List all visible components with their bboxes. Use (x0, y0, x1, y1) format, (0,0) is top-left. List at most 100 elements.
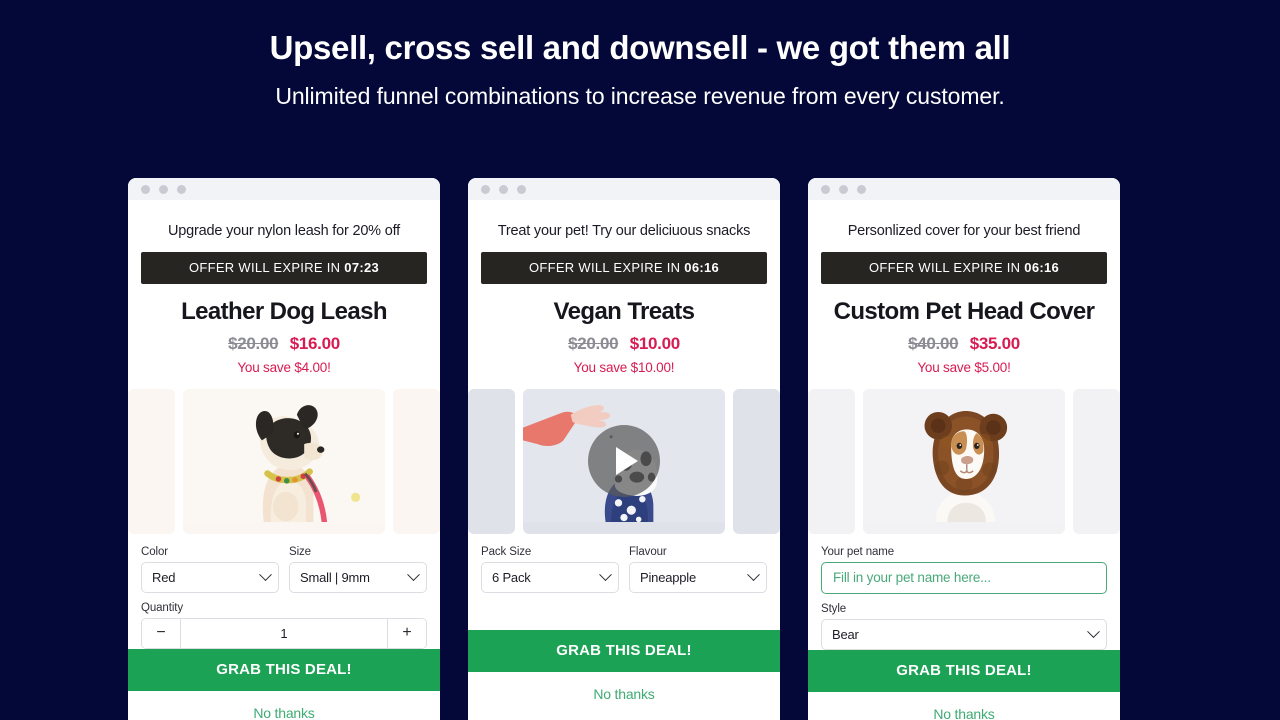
size-select-value: Small | 9mm (300, 569, 370, 585)
grab-deal-button[interactable]: GRAB THIS DEAL! (468, 630, 780, 672)
price-discounted: $16.00 (289, 333, 341, 353)
product-gallery (808, 388, 1120, 534)
price-original: $20.00 (568, 333, 619, 353)
offer-form: Your pet name Fill in your pet name here… (821, 546, 1107, 650)
window-dot-maximize-icon (517, 184, 526, 194)
product-title: Leather Dog Leash (181, 298, 387, 326)
timer-label: OFFER WILL EXPIRE IN (868, 260, 1021, 276)
dog-bear-cover-image (863, 388, 1065, 522)
quantity-input[interactable]: 1 (181, 619, 387, 648)
window-dot-maximize-icon (857, 184, 866, 194)
browser-chrome-bar (808, 178, 1120, 200)
offer-cards-row: Upgrade your nylon leash for 20% off OFF… (128, 178, 1152, 720)
window-dot-close-icon (481, 184, 490, 194)
variant-field-color: Color Red (141, 546, 279, 593)
countdown-timer-bar: OFFER WILL EXPIRE IN 06:16 (481, 252, 767, 285)
page-title: Upsell, cross sell and downsell - we got… (269, 29, 1011, 66)
price-original: $40.00 (908, 333, 959, 353)
savings-text: You save $10.00! (573, 359, 675, 375)
field-label: Size (289, 545, 311, 558)
color-select-value: Red (152, 569, 176, 585)
offer-form: Color Red Size Small | 9mm Quantity − 1 … (141, 546, 427, 649)
price-discounted: $35.00 (969, 333, 1021, 353)
field-label: Flavour (629, 545, 667, 558)
grab-deal-button[interactable]: GRAB THIS DEAL! (128, 648, 440, 691)
gallery-main-video[interactable] (523, 388, 725, 534)
field-label: Pack Size (481, 545, 532, 558)
savings-text: You save $5.00! (917, 359, 1011, 375)
style-select[interactable]: Bear (821, 618, 1107, 650)
variant-field-pack-size: Pack Size 6 Pack (481, 546, 619, 593)
pack-size-select-value: 6 Pack (492, 569, 531, 585)
grab-deal-button[interactable]: GRAB THIS DEAL! (808, 649, 1120, 692)
price-block: $20.00 $10.00 (481, 335, 767, 353)
offer-card-custom-pet-head-cover[interactable]: Personlized cover for your best friend O… (808, 178, 1120, 720)
pet-name-field: Your pet name Fill in your pet name here… (821, 546, 1107, 594)
gallery-thumb-prev[interactable] (128, 388, 175, 534)
variant-field-size: Size Small | 9mm (289, 546, 427, 593)
window-dot-maximize-icon (177, 184, 186, 194)
pack-size-select[interactable]: 6 Pack (481, 561, 619, 593)
play-icon (616, 447, 638, 476)
window-dot-minimize-icon (839, 184, 848, 194)
field-label: Style (821, 602, 847, 615)
color-select[interactable]: Red (141, 561, 279, 593)
pet-name-input[interactable]: Fill in your pet name here... (821, 561, 1107, 594)
offer-subtitle: Upgrade your nylon leash for 20% off (168, 223, 400, 239)
french-bulldog-image (183, 388, 385, 522)
variant-row: Pack Size 6 Pack Flavour Pineapple (481, 546, 767, 593)
flavour-select[interactable]: Pineapple (629, 561, 767, 593)
size-select[interactable]: Small | 9mm (289, 561, 427, 593)
chevron-down-icon (259, 568, 272, 581)
price-original: $20.00 (228, 333, 279, 353)
quantity-field: Quantity − 1 + (141, 602, 427, 649)
quantity-increment-button[interactable]: + (387, 618, 426, 648)
gallery-main-image[interactable] (863, 388, 1065, 534)
page-subtitle: Unlimited funnel combinations to increas… (275, 82, 1005, 109)
variant-field-style: Style Bear (821, 603, 1107, 650)
price-block: $20.00 $16.00 (141, 335, 427, 353)
countdown-timer-bar: OFFER WILL EXPIRE IN 06:16 (821, 252, 1107, 285)
offer-card-leather-dog-leash[interactable]: Upgrade your nylon leash for 20% off OFF… (128, 178, 440, 720)
timer-value: 06:16 (1024, 260, 1060, 276)
timer-value: 06:16 (684, 260, 720, 276)
product-gallery (468, 388, 780, 534)
chevron-down-icon (747, 568, 760, 581)
offer-subtitle: Personlized cover for your best friend (847, 223, 1081, 239)
pet-name-label: Your pet name (821, 545, 895, 558)
offer-card-vegan-treats[interactable]: Treat your pet! Try our deliciuous snack… (468, 178, 780, 720)
quantity-stepper[interactable]: − 1 + (141, 617, 427, 649)
timer-label: OFFER WILL EXPIRE IN (528, 260, 681, 276)
variant-field-flavour: Flavour Pineapple (629, 546, 767, 593)
decline-offer-link[interactable]: No thanks (128, 690, 440, 720)
gallery-main-image[interactable] (183, 388, 385, 534)
price-discounted: $10.00 (629, 333, 681, 353)
style-select-value: Bear (832, 626, 859, 642)
decline-offer-link[interactable]: No thanks (468, 672, 780, 720)
offer-form: Pack Size 6 Pack Flavour Pineapple (481, 546, 767, 630)
chevron-down-icon (407, 568, 420, 581)
gallery-thumb-prev[interactable] (468, 388, 515, 534)
countdown-timer-bar: OFFER WILL EXPIRE IN 07:23 (141, 252, 427, 285)
quantity-label: Quantity (141, 601, 184, 614)
gallery-thumb-next[interactable] (1073, 388, 1120, 534)
flavour-select-value: Pineapple (640, 569, 697, 585)
savings-text: You save $4.00! (237, 359, 331, 375)
gallery-thumb-next[interactable] (733, 388, 780, 534)
decline-offer-link[interactable]: No thanks (808, 691, 1120, 720)
hero-header: Upsell, cross sell and downsell - we got… (0, 0, 1280, 110)
quantity-decrement-button[interactable]: − (142, 618, 181, 648)
gallery-thumb-next[interactable] (393, 388, 440, 534)
gallery-thumb-prev[interactable] (808, 388, 855, 534)
play-button[interactable] (588, 425, 660, 498)
product-gallery (128, 388, 440, 534)
product-title: Vegan Treats (553, 298, 695, 326)
variant-row: Color Red Size Small | 9mm (141, 546, 427, 593)
product-title: Custom Pet Head Cover (833, 298, 1095, 326)
timer-value: 07:23 (344, 260, 380, 276)
window-dot-close-icon (141, 184, 150, 194)
window-dot-minimize-icon (159, 184, 168, 194)
window-dot-minimize-icon (499, 184, 508, 194)
chevron-down-icon (599, 568, 612, 581)
chevron-down-icon (1087, 625, 1100, 638)
